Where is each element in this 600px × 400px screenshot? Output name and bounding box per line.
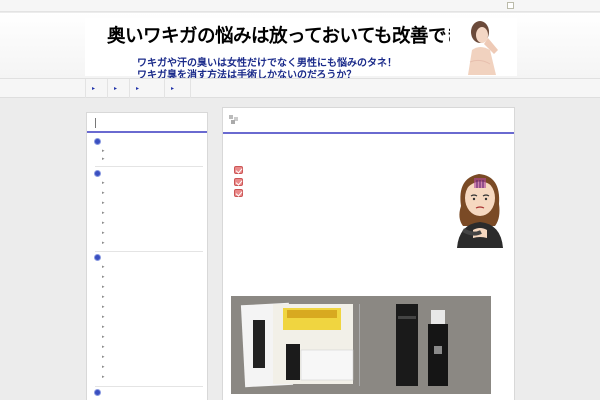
worried-woman-illustration (457, 174, 503, 248)
site-header: 奥いワキガの悩みは放っておいても改善できない！ ワキガや汗の臭いは女性だけでなく… (0, 13, 600, 81)
sidebar-link[interactable]: ▸ (102, 231, 105, 236)
sidebar-link[interactable]: ▸ (102, 181, 105, 186)
sidebar-link[interactable]: ▸ (102, 375, 105, 380)
sidebar-link[interactable]: ▸ (102, 295, 105, 300)
nav-divider (190, 79, 191, 98)
circle-bullet-icon (94, 170, 101, 177)
global-nav: ▸ ▸ ▸ ▸ (0, 78, 600, 98)
main-content (222, 107, 515, 400)
sidebar-link[interactable]: ▸ (102, 315, 105, 320)
checkbox-icon (234, 166, 243, 174)
sidebar-divider (95, 386, 203, 387)
checkbox-icon (234, 178, 243, 186)
circle-bullet-icon (94, 254, 101, 261)
sidebar-link[interactable]: ▸ (102, 211, 105, 216)
sidebar-header-mark (95, 118, 96, 128)
sidebar-link[interactable]: ▸ (102, 157, 105, 162)
sidebar-link[interactable]: ▸ (102, 241, 105, 246)
sidebar-link[interactable]: ▸ (102, 275, 105, 280)
circle-bullet-icon (94, 138, 101, 145)
product-photo (231, 296, 491, 394)
sidebar-link[interactable]: ▸ (102, 335, 105, 340)
sidebar-link[interactable]: ▸ (102, 325, 105, 330)
banner-model-photo (450, 20, 508, 75)
sidebar: ▸ ▸ ▸ ▸ ▸ ▸ ▸ ▸ ▸ ▸ ▸ ▸ ▸ ▸ ▸ ▸ ▸ ▸ ▸ ▸ … (86, 112, 208, 400)
nav-item-3[interactable]: ▸ (129, 79, 164, 98)
sidebar-link[interactable]: ▸ (102, 305, 105, 310)
sidebar-link[interactable]: ▸ (102, 201, 105, 206)
checkbox-icon (234, 189, 243, 197)
top-bar (0, 0, 600, 12)
sidebar-link[interactable]: ▸ (102, 191, 105, 196)
circle-bullet-icon (94, 389, 101, 396)
sidebar-link[interactable]: ▸ (102, 365, 105, 370)
sidebar-link[interactable]: ▸ (102, 221, 105, 226)
sidebar-link[interactable]: ▸ (102, 345, 105, 350)
feed-icon[interactable] (507, 2, 514, 9)
sidebar-link[interactable]: ▸ (102, 265, 105, 270)
sidebar-divider (95, 251, 203, 252)
sidebar-divider (95, 166, 203, 167)
sidebar-link[interactable]: ▸ (102, 285, 105, 290)
sidebar-link[interactable]: ▸ (102, 355, 105, 360)
bookmark-icon (229, 115, 238, 124)
nav-item-4[interactable]: ▸ (164, 79, 190, 98)
nav-item-2[interactable]: ▸ (107, 79, 129, 98)
article-header (223, 108, 514, 134)
nav-item-1[interactable]: ▸ (85, 79, 107, 98)
header-banner[interactable]: 奥いワキガの悩みは放っておいても改善できない！ ワキガや汗の臭いは女性だけでなく… (85, 18, 519, 81)
sidebar-link[interactable]: ▸ (102, 149, 105, 154)
sidebar-header (87, 113, 207, 133)
